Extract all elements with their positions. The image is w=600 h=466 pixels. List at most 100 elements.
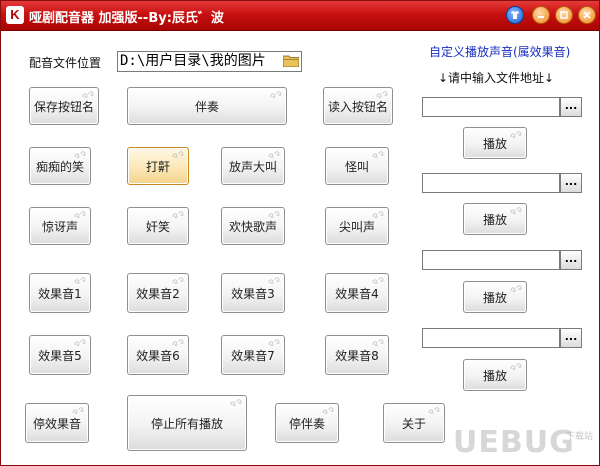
- effect3-label: 效果音3: [231, 286, 275, 301]
- swirl-decoration-icon: [172, 211, 184, 218]
- cry-loud-label: 放声大叫: [228, 159, 277, 174]
- effect8-label: 效果音8: [335, 348, 379, 363]
- path-label: 配音文件位置: [29, 56, 102, 70]
- custom-title: 自定义播放声音(属效果音): [429, 45, 571, 59]
- title-bar[interactable]: K 哑剧配音器 加强版--By:辰氏゛波: [1, 1, 599, 31]
- close-icon: [583, 11, 591, 19]
- swirl-decoration-icon: [268, 151, 280, 158]
- minimize-button[interactable]: [532, 6, 550, 24]
- swirl-decoration-icon: [372, 277, 384, 284]
- snore-button[interactable]: 打鼾: [127, 147, 189, 185]
- play-label-2: 播放: [482, 212, 507, 227]
- cheer-song-button[interactable]: 欢快歌声: [221, 207, 285, 245]
- load-names-label: 读入按钮名: [327, 99, 388, 114]
- effect4-button[interactable]: 效果音4: [325, 273, 389, 313]
- path-value: D:\用户目录\我的图片: [120, 53, 266, 69]
- swirl-decoration-icon: [372, 339, 384, 346]
- effect1-label: 效果音1: [38, 286, 82, 301]
- swirl-decoration-icon: [74, 151, 86, 158]
- app-icon: K: [6, 6, 24, 24]
- shirt-icon: [511, 11, 519, 19]
- stop-accompaniment-label: 停伴奏: [288, 416, 325, 431]
- about-label: 关于: [401, 416, 426, 431]
- sly-laugh-button[interactable]: 奸笑: [127, 207, 189, 245]
- custom-hint: ↓请中输入文件地址↓: [438, 71, 555, 85]
- save-names-button[interactable]: 保存按钮名: [29, 87, 99, 125]
- effect3-button[interactable]: 效果音3: [221, 273, 285, 313]
- stop-all-button[interactable]: 停止所有播放: [127, 395, 247, 451]
- stop-effects-label: 停效果音: [32, 416, 81, 431]
- swirl-decoration-icon: [372, 211, 384, 218]
- effect8-button[interactable]: 效果音8: [325, 335, 389, 375]
- custom-file-input-2[interactable]: [422, 173, 560, 193]
- save-names-label: 保存按钮名: [33, 99, 94, 114]
- close-button[interactable]: [578, 6, 596, 24]
- window-title: 哑剧配音器 加强版--By:辰氏゛波: [29, 11, 224, 26]
- scream-button[interactable]: 尖叫声: [325, 207, 389, 245]
- accompaniment-label: 伴奏: [194, 99, 219, 114]
- swirl-decoration-icon: [72, 407, 84, 414]
- watermark-subtext: 下载站: [566, 432, 594, 442]
- cry-loud-button[interactable]: 放声大叫: [221, 147, 285, 185]
- swirl-decoration-icon: [376, 91, 388, 98]
- effect6-label: 效果音6: [136, 348, 180, 363]
- effect2-label: 效果音2: [136, 286, 180, 301]
- play-button-4[interactable]: 播放: [463, 359, 527, 391]
- watermark: UEBUG: [453, 425, 575, 460]
- play-button-1[interactable]: 播放: [463, 127, 527, 159]
- effect7-label: 效果音7: [231, 348, 275, 363]
- swirl-decoration-icon: [172, 151, 184, 158]
- effect2-button[interactable]: 效果音2: [127, 273, 189, 313]
- accompaniment-button[interactable]: 伴奏: [127, 87, 287, 125]
- maximize-icon: [560, 11, 568, 19]
- load-names-button[interactable]: 读入按钮名: [323, 87, 393, 125]
- browse-button-2[interactable]: ...: [560, 173, 582, 193]
- about-button[interactable]: 关于: [383, 403, 445, 443]
- stop-effects-button[interactable]: 停效果音: [25, 403, 89, 443]
- silly-laugh-label: 痴痴的笑: [35, 159, 84, 174]
- sly-laugh-label: 奸笑: [145, 219, 170, 234]
- play-label-4: 播放: [482, 368, 507, 383]
- effect5-button[interactable]: 效果音5: [29, 335, 91, 375]
- cheer-song-label: 欢快歌声: [228, 219, 277, 234]
- surprise-label: 惊讶声: [41, 219, 78, 234]
- browse-button-3[interactable]: ...: [560, 250, 582, 270]
- swirl-decoration-icon: [74, 211, 86, 218]
- custom-file-input-1[interactable]: [422, 97, 560, 117]
- swirl-decoration-icon: [172, 277, 184, 284]
- skin-button[interactable]: [506, 6, 524, 24]
- swirl-decoration-icon: [74, 339, 86, 346]
- swirl-decoration-icon: [82, 91, 94, 98]
- play-button-3[interactable]: 播放: [463, 281, 527, 313]
- weird-yell-button[interactable]: 怪叫: [325, 147, 389, 185]
- swirl-decoration-icon: [322, 407, 334, 414]
- swirl-decoration-icon: [230, 399, 242, 406]
- effect7-button[interactable]: 效果音7: [221, 335, 285, 375]
- play-label-1: 播放: [482, 136, 507, 151]
- swirl-decoration-icon: [428, 407, 440, 414]
- custom-file-input-3[interactable]: [422, 250, 560, 270]
- surprise-button[interactable]: 惊讶声: [29, 207, 91, 245]
- swirl-decoration-icon: [510, 285, 522, 292]
- stop-all-label: 停止所有播放: [150, 416, 223, 431]
- custom-file-input-4[interactable]: [422, 328, 560, 348]
- effect1-button[interactable]: 效果音1: [29, 273, 91, 313]
- maximize-button[interactable]: [555, 6, 573, 24]
- effect6-button[interactable]: 效果音6: [127, 335, 189, 375]
- browse-button-4[interactable]: ...: [560, 328, 582, 348]
- swirl-decoration-icon: [268, 211, 280, 218]
- browse-button-1[interactable]: ...: [560, 97, 582, 117]
- path-field[interactable]: D:\用户目录\我的图片: [117, 51, 302, 72]
- stop-accompaniment-button[interactable]: 停伴奏: [275, 403, 339, 443]
- swirl-decoration-icon: [270, 91, 282, 98]
- play-button-2[interactable]: 播放: [463, 203, 527, 235]
- folder-icon[interactable]: [283, 55, 299, 67]
- app-window: K 哑剧配音器 加强版--By:辰氏゛波 配音文件位置 D:\用户目录\我的图片: [0, 0, 600, 466]
- snore-label: 打鼾: [145, 159, 170, 174]
- effect4-label: 效果音4: [335, 286, 379, 301]
- silly-laugh-button[interactable]: 痴痴的笑: [29, 147, 91, 185]
- scream-label: 尖叫声: [338, 219, 375, 234]
- swirl-decoration-icon: [510, 363, 522, 370]
- swirl-decoration-icon: [510, 207, 522, 214]
- swirl-decoration-icon: [268, 339, 280, 346]
